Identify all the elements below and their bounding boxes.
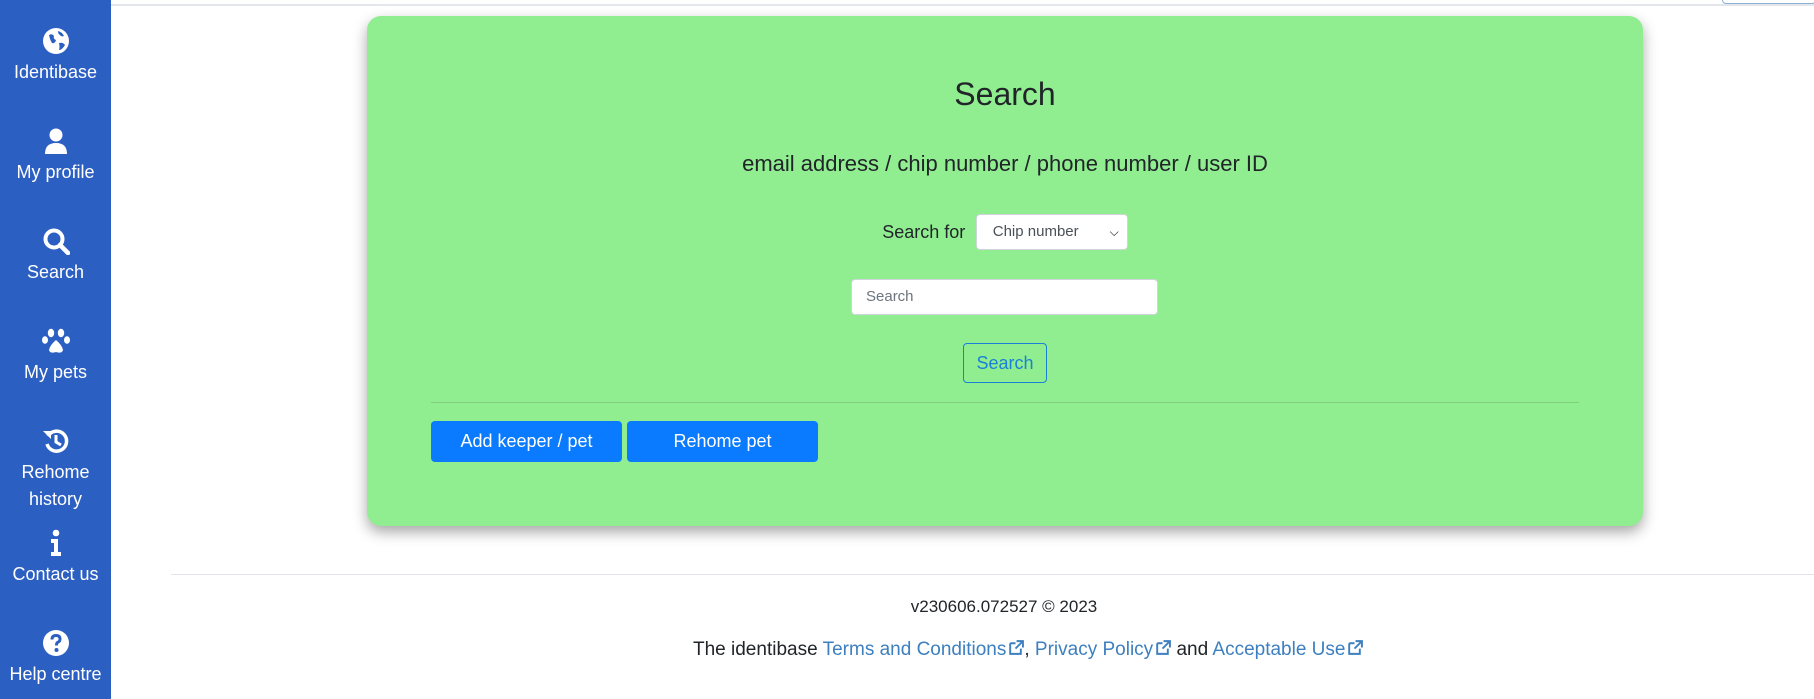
sidebar-item-label: Identibase <box>13 62 98 82</box>
sidebar-item-label: Search <box>26 262 85 282</box>
sidebar-item-label: Rehome history <box>21 462 90 509</box>
and-text: and <box>1176 639 1209 660</box>
top-right-control[interactable] <box>1722 0 1814 4</box>
question-circle-icon <box>42 630 69 656</box>
history-icon <box>42 429 68 453</box>
search-hint: email address / chip number / phone numb… <box>742 151 1268 176</box>
sidebar-item-label: My profile <box>16 162 95 182</box>
external-link-icon <box>1156 640 1172 655</box>
search-button[interactable]: Search <box>963 343 1047 383</box>
card-divider <box>431 402 1579 403</box>
info-icon <box>50 529 61 556</box>
footer-prefix: The identibase <box>693 639 818 660</box>
globe-icon <box>42 28 69 54</box>
sidebar-item-label: My pets <box>23 362 88 382</box>
search-icon <box>43 228 70 255</box>
sidebar-item-label: Help centre <box>9 664 102 684</box>
sidebar-item-help-centre[interactable]: Help centre <box>0 629 111 688</box>
sidebar-item-rehome-history[interactable]: Rehome history <box>0 427 111 513</box>
page-title: Search <box>954 76 1056 112</box>
chevron-down-icon: ⌵ <box>1109 225 1119 239</box>
rehome-pet-button[interactable]: Rehome pet <box>627 421 818 462</box>
sidebar-item-contact-us[interactable]: Contact us <box>0 529 111 588</box>
search-input[interactable]: Search <box>851 279 1158 315</box>
sidebar-item-identibase[interactable]: Identibase <box>0 27 111 86</box>
top-divider <box>111 4 1814 6</box>
external-link-icon <box>1348 640 1364 655</box>
acceptable-use-link[interactable]: Acceptable Use <box>1212 639 1364 660</box>
comma: , <box>1024 639 1030 660</box>
user-icon <box>44 128 67 154</box>
sidebar-item-my-pets[interactable]: My pets <box>0 327 111 386</box>
external-link-icon <box>1009 640 1025 655</box>
privacy-link[interactable]: Privacy Policy <box>1035 639 1172 660</box>
sidebar: Identibase My profile Search My pets Reh… <box>0 0 111 699</box>
search-for-row: Search for Chip number ⌵ <box>367 214 1643 250</box>
terms-link[interactable]: Terms and Conditions <box>823 639 1025 660</box>
footer-links: The identibase Terms and Conditions, Pri… <box>693 639 1364 661</box>
version-text: v230606.072527 © 2023 <box>910 597 1098 616</box>
add-keeper-pet-button[interactable]: Add keeper / pet <box>431 421 622 462</box>
search-type-select[interactable]: Chip number ⌵ <box>975 214 1128 250</box>
sidebar-item-search[interactable]: Search <box>0 227 111 286</box>
sidebar-item-my-profile[interactable]: My profile <box>0 127 111 186</box>
select-value: Chip number <box>992 223 1079 240</box>
search-card: Search email address / chip number / pho… <box>367 16 1643 526</box>
paw-icon <box>41 328 70 353</box>
footer-divider <box>171 574 1814 575</box>
sidebar-item-label: Contact us <box>12 564 99 584</box>
search-for-label: Search for <box>882 221 966 242</box>
search-placeholder: Search <box>866 288 914 305</box>
